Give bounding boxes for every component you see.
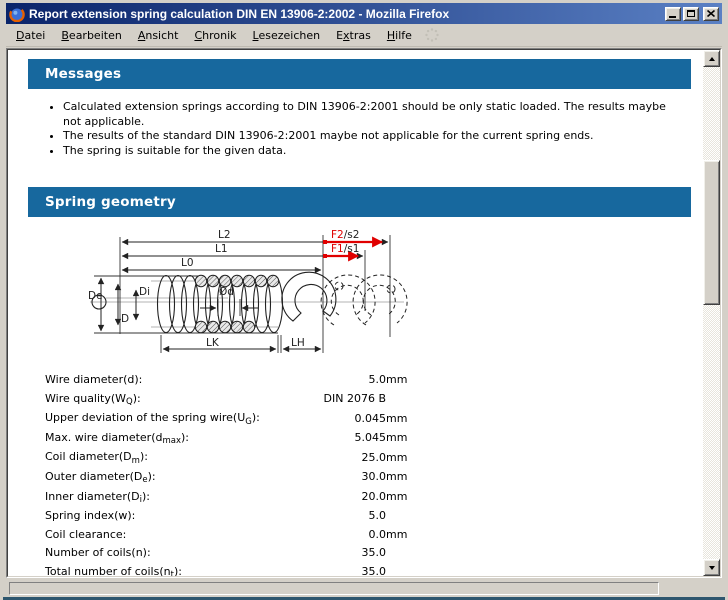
label-F1-s1: F1/s1 bbox=[331, 243, 359, 255]
table-row: Coil diameter(Dm):25.0mm bbox=[45, 448, 416, 468]
row-label: Max. wire diameter(dmax): bbox=[45, 429, 303, 449]
row-label: Inner diameter(Di): bbox=[45, 488, 303, 508]
report-page: Messages Calculated extension springs ac… bbox=[8, 50, 703, 576]
row-value: 35.0 bbox=[303, 544, 386, 563]
content-frame: Messages Calculated extension springs ac… bbox=[6, 48, 722, 578]
row-value: 0.0 bbox=[303, 526, 386, 545]
close-button[interactable] bbox=[703, 7, 719, 21]
row-value: 35.0 bbox=[303, 563, 386, 576]
row-unit: mm bbox=[386, 488, 416, 508]
row-label: Wire diameter(d): bbox=[45, 371, 303, 390]
menu-item-chronik[interactable]: Chronik bbox=[186, 26, 244, 45]
row-unit: mm bbox=[386, 429, 416, 449]
row-unit: mm bbox=[386, 409, 416, 429]
menu-bar: DateiBearbeitenAnsichtChronikLesezeichen… bbox=[6, 24, 722, 47]
row-unit bbox=[386, 563, 416, 576]
spring-hook bbox=[282, 272, 336, 321]
table-row: Coil clearance:0.0mm bbox=[45, 526, 416, 545]
label-Di: Di bbox=[139, 286, 150, 298]
menu-item-hilfe[interactable]: Hilfe bbox=[379, 26, 420, 45]
arrow-down-icon bbox=[709, 566, 715, 570]
row-label: Coil clearance: bbox=[45, 526, 303, 545]
row-unit bbox=[386, 544, 416, 563]
table-row: Upper deviation of the spring wire(UG):0… bbox=[45, 409, 416, 429]
row-value: 5.0 bbox=[303, 371, 386, 390]
scrollbar-thumb[interactable] bbox=[703, 160, 720, 305]
browser-window: Report extension spring calculation DIN … bbox=[0, 0, 728, 600]
hook-ghost-arcs bbox=[321, 275, 407, 325]
row-label: Upper deviation of the spring wire(UG): bbox=[45, 409, 303, 429]
messages-list: Calculated extension springs according t… bbox=[8, 100, 703, 158]
row-unit bbox=[386, 507, 416, 526]
row-unit: mm bbox=[386, 468, 416, 488]
menu-item-ansicht[interactable]: Ansicht bbox=[130, 26, 187, 45]
status-panel bbox=[9, 582, 659, 595]
row-value: 5.0 bbox=[303, 507, 386, 526]
label-LK: LK bbox=[206, 337, 220, 349]
wire-sections-hatched bbox=[195, 275, 278, 332]
table-row: Wire quality(WQ):DIN 2076 B bbox=[45, 390, 416, 410]
messages-title: Messages bbox=[45, 66, 121, 82]
menu-item-extras[interactable]: Extras bbox=[328, 26, 379, 45]
row-unit: mm bbox=[386, 448, 416, 468]
row-label: Wire quality(WQ): bbox=[45, 390, 303, 410]
row-label: Number of coils(n): bbox=[45, 544, 303, 563]
label-F2-s2: F2/s2 bbox=[331, 229, 359, 241]
spring-diagram: L2 F2/s2 L1 F1/s1 L0 De Di D Ød LK LH bbox=[88, 223, 408, 368]
row-value: 20.0 bbox=[303, 488, 386, 508]
label-L2: L2 bbox=[218, 229, 231, 241]
spring-geometry-table: Wire diameter(d):5.0mmWire quality(WQ):D… bbox=[45, 371, 416, 576]
menu-item-bearbeiten[interactable]: Bearbeiten bbox=[53, 26, 129, 45]
label-L0: L0 bbox=[181, 257, 194, 269]
minimize-button[interactable] bbox=[665, 7, 681, 21]
close-icon bbox=[707, 10, 715, 17]
firefox-icon bbox=[9, 6, 25, 22]
scroll-up-button[interactable] bbox=[703, 50, 720, 67]
table-row: Spring index(w):5.0 bbox=[45, 507, 416, 526]
table-row: Outer diameter(De):30.0mm bbox=[45, 468, 416, 488]
label-L1: L1 bbox=[215, 243, 228, 255]
row-value: 30.0 bbox=[303, 468, 386, 488]
label-De: De bbox=[88, 290, 103, 302]
maximize-icon bbox=[687, 10, 695, 17]
table-row: Max. wire diameter(dmax):5.045mm bbox=[45, 429, 416, 449]
row-label: Spring index(w): bbox=[45, 507, 303, 526]
arrow-up-icon bbox=[709, 57, 715, 61]
row-unit: mm bbox=[386, 371, 416, 390]
table-row: Number of coils(n):35.0 bbox=[45, 544, 416, 563]
minimize-icon bbox=[669, 16, 676, 18]
row-value: DIN 2076 B bbox=[303, 390, 386, 410]
maximize-button[interactable] bbox=[683, 7, 699, 21]
row-value: 5.045 bbox=[303, 429, 386, 449]
row-value: 25.0 bbox=[303, 448, 386, 468]
table-row: Wire diameter(d):5.0mm bbox=[45, 371, 416, 390]
menu-item-lesezeichen[interactable]: Lesezeichen bbox=[245, 26, 329, 45]
scroll-down-button[interactable] bbox=[703, 559, 720, 576]
throbber-icon bbox=[424, 27, 440, 43]
messages-header: Messages bbox=[28, 59, 691, 89]
row-unit bbox=[386, 390, 416, 410]
row-unit: mm bbox=[386, 526, 416, 545]
title-bar: Report extension spring calculation DIN … bbox=[6, 3, 722, 24]
status-bar bbox=[6, 579, 722, 597]
row-label: Coil diameter(Dm): bbox=[45, 448, 303, 468]
row-label: Outer diameter(De): bbox=[45, 468, 303, 488]
label-LH: LH bbox=[291, 337, 305, 349]
window-title: Report extension spring calculation DIN … bbox=[29, 7, 661, 21]
label-wire-diameter: Ød bbox=[219, 286, 234, 298]
label-D: D bbox=[121, 313, 129, 325]
spring-geometry-title: Spring geometry bbox=[45, 194, 176, 210]
spring-geometry-header: Spring geometry bbox=[28, 187, 691, 217]
table-row: Inner diameter(Di):20.0mm bbox=[45, 488, 416, 508]
spring-geometry-table-body: Wire diameter(d):5.0mmWire quality(WQ):D… bbox=[45, 371, 416, 576]
message-item: The results of the standard DIN 13906-2:… bbox=[63, 129, 673, 144]
row-label: Total number of coils(nt): bbox=[45, 563, 303, 576]
menu-item-datei[interactable]: Datei bbox=[8, 26, 53, 45]
message-item: The spring is suitable for the given dat… bbox=[63, 144, 673, 159]
message-item: Calculated extension springs according t… bbox=[63, 100, 673, 129]
table-row: Total number of coils(nt):35.0 bbox=[45, 563, 416, 576]
row-value: 0.045 bbox=[303, 409, 386, 429]
vertical-scrollbar[interactable] bbox=[703, 50, 720, 576]
